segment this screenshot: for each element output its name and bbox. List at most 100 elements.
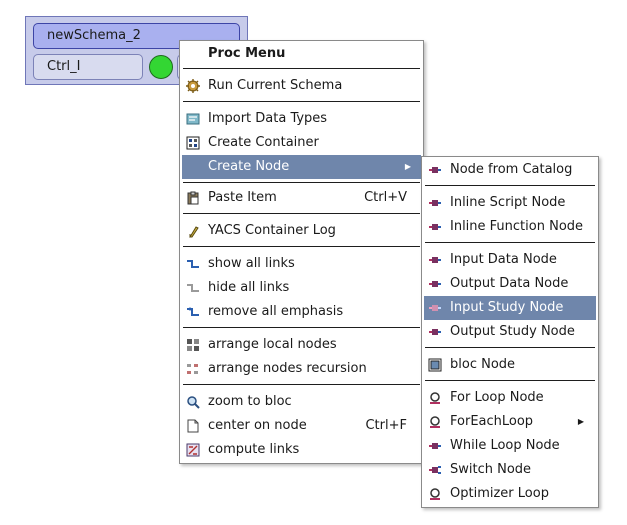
menu-item-label: bloc Node <box>450 357 516 372</box>
menu-item-output-study-node[interactable]: Output Study Node <box>424 320 596 344</box>
menu-item-inline-function-node[interactable]: Inline Function Node <box>424 215 596 239</box>
menu-separator <box>425 185 595 186</box>
menu-item-label: center on node <box>208 418 307 433</box>
links-icon <box>186 257 200 271</box>
menu-item-label: Inline Function Node <box>450 219 584 234</box>
import-types-icon <box>186 112 200 126</box>
menu-item-zoom-to-bloc[interactable]: zoom to bloc <box>182 390 421 414</box>
menu-item-arrange-local-nodes[interactable]: arrange local nodes <box>182 333 421 357</box>
node-icon <box>428 439 442 453</box>
menu-item-label: YACS Container Log <box>208 223 336 238</box>
node-icon <box>428 220 442 234</box>
container-icon <box>186 136 200 150</box>
bloc-icon <box>428 358 442 372</box>
loop-icon <box>428 391 442 405</box>
shortcut-label: Ctrl+F <box>365 418 407 433</box>
schema-state-indicator <box>149 55 173 79</box>
node-icon <box>428 277 442 291</box>
menu-item-label: Input Data Node <box>450 252 557 267</box>
menu-item-label: Switch Node <box>450 462 532 477</box>
menu-item-switch-node[interactable]: Switch Node <box>424 458 596 482</box>
create-node-submenu: Node from Catalog Inline Script Node Inl… <box>421 156 599 508</box>
menu-separator <box>183 182 420 183</box>
menu-item-bloc-node[interactable]: bloc Node <box>424 353 596 377</box>
menu-item-label: Paste Item <box>208 190 277 205</box>
menu-item-paste-item[interactable]: Paste Item Ctrl+V <box>182 186 421 210</box>
menu-separator <box>183 327 420 328</box>
menu-item-label: While Loop Node <box>450 438 560 453</box>
menu-item-label: Run Current Schema <box>208 78 343 93</box>
menu-item-label: Create Container <box>208 135 319 150</box>
menu-separator <box>425 242 595 243</box>
node-icon <box>428 325 442 339</box>
menu-item-label: Import Data Types <box>208 111 328 126</box>
menu-separator <box>425 380 595 381</box>
menu-item-input-study-node[interactable]: Input Study Node <box>424 296 596 320</box>
menu-item-label: compute links <box>208 442 300 457</box>
menu-item-label: Output Data Node <box>450 276 569 291</box>
proc-context-menu: Proc Menu Run Current Schema Import Data… <box>179 40 424 464</box>
gear-icon <box>186 79 200 93</box>
menu-item-while-loop-node[interactable]: While Loop Node <box>424 434 596 458</box>
node-icon <box>428 163 442 177</box>
menu-separator <box>183 384 420 385</box>
menu-separator <box>183 101 420 102</box>
menu-item-create-node[interactable]: Create Node ▶ <box>182 155 421 179</box>
node-icon <box>428 301 442 315</box>
control-in-port[interactable]: Ctrl_I <box>33 54 143 80</box>
page-icon <box>186 419 200 433</box>
menu-item-show-all-links[interactable]: show all links <box>182 252 421 276</box>
menu-item-label: ForEachLoop <box>450 414 534 429</box>
menu-title: Proc Menu <box>208 46 286 61</box>
menu-separator <box>183 246 420 247</box>
loop-icon <box>428 487 442 501</box>
menu-item-arrange-nodes-recursion[interactable]: arrange nodes recursion <box>182 357 421 381</box>
menu-item-create-container[interactable]: Create Container <box>182 131 421 155</box>
links-emphasis-icon <box>186 305 200 319</box>
menu-item-label: arrange local nodes <box>208 337 337 352</box>
shortcut-label: Ctrl+V <box>364 190 407 205</box>
menu-separator <box>425 347 595 348</box>
arrange-recursive-icon <box>186 362 200 376</box>
arrange-icon <box>186 338 200 352</box>
menu-item-label: Inline Script Node <box>450 195 566 210</box>
switch-icon <box>428 463 442 477</box>
submenu-arrow-icon: ▶ <box>404 162 411 171</box>
submenu-arrow-icon: ▶ <box>577 417 584 426</box>
menu-item-label: Input Study Node <box>450 300 564 315</box>
menu-item-label: For Loop Node <box>450 390 544 405</box>
loop-icon <box>428 415 442 429</box>
menu-item-label: Create Node <box>208 159 290 174</box>
menu-item-label: remove all emphasis <box>208 304 344 319</box>
menu-item-inline-script-node[interactable]: Inline Script Node <box>424 191 596 215</box>
paste-icon <box>186 191 200 205</box>
menu-item-for-loop-node[interactable]: For Loop Node <box>424 386 596 410</box>
menu-item-label: show all links <box>208 256 295 271</box>
menu-item-yacs-container-log[interactable]: YACS Container Log <box>182 219 421 243</box>
menu-item-foreach-loop[interactable]: ForEachLoop ▶ <box>424 410 596 434</box>
menu-item-label: Node from Catalog <box>450 162 573 177</box>
menu-item-remove-all-emphasis[interactable]: remove all emphasis <box>182 300 421 324</box>
menu-item-label: Output Study Node <box>450 324 575 339</box>
menu-item-node-from-catalog[interactable]: Node from Catalog <box>424 158 596 182</box>
menu-item-center-on-node[interactable]: center on node Ctrl+F <box>182 414 421 438</box>
menu-item-hide-all-links[interactable]: hide all links <box>182 276 421 300</box>
links-hidden-icon <box>186 281 200 295</box>
menu-item-output-data-node[interactable]: Output Data Node <box>424 272 596 296</box>
menu-separator <box>183 213 420 214</box>
menu-item-label: hide all links <box>208 280 290 295</box>
menu-item-import-data-types[interactable]: Import Data Types <box>182 107 421 131</box>
node-icon <box>428 196 442 210</box>
menu-item-input-data-node[interactable]: Input Data Node <box>424 248 596 272</box>
menu-item-label: Optimizer Loop <box>450 486 549 501</box>
menu-item-compute-links[interactable]: compute links <box>182 438 421 462</box>
magnifier-icon <box>186 395 200 409</box>
node-icon <box>428 253 442 267</box>
menu-separator <box>183 68 420 69</box>
menu-item-label: arrange nodes recursion <box>208 361 367 376</box>
menu-item-run-current-schema[interactable]: Run Current Schema <box>182 74 421 98</box>
menu-item-optimizer-loop[interactable]: Optimizer Loop <box>424 482 596 506</box>
menu-item-label: zoom to bloc <box>208 394 292 409</box>
log-icon <box>186 224 200 238</box>
compute-links-icon <box>186 443 200 457</box>
